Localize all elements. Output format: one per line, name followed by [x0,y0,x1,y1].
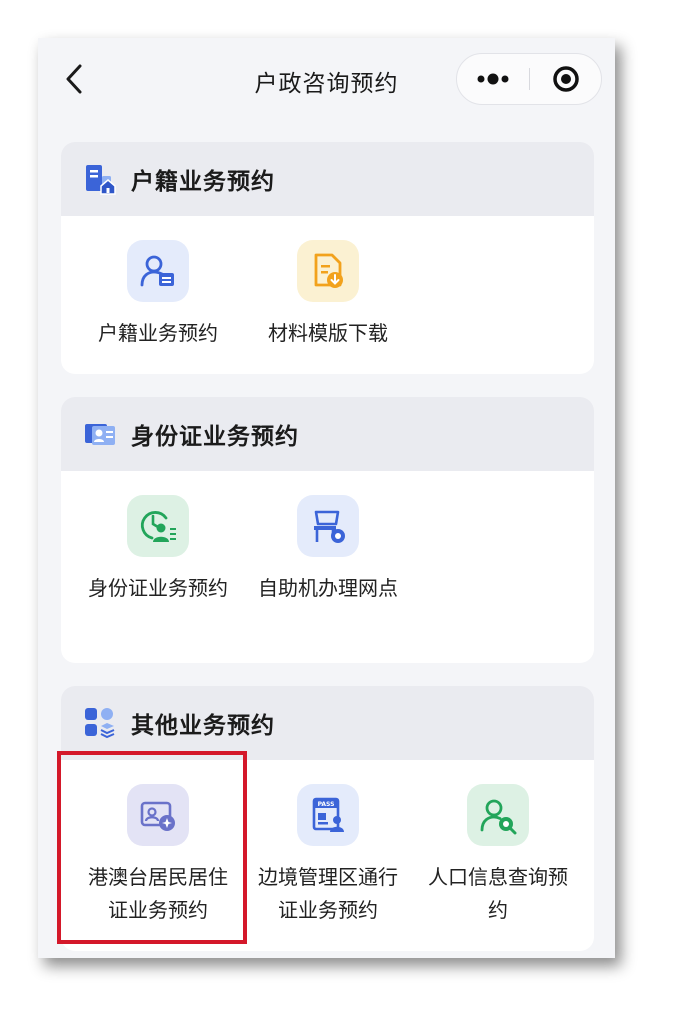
item-label: 人口信息查询预约 [428,865,568,922]
tile [297,495,359,557]
tile [127,240,189,302]
person-search-icon [480,799,517,835]
person-card-icon [140,255,174,287]
item-label: 自助机办理网点 [258,576,398,600]
tile: PASS [297,784,359,846]
phone-screen: 户政咨询预约 户籍业务预约 户籍业务预约 材料模版下载 身份证业务预约 身份证业… [38,38,615,958]
document-download-icon [314,253,343,288]
hk-macao-taiwan-residence-permit-button[interactable]: 港澳台居民居住证业务预约 [73,784,243,927]
building-home-icon [86,165,116,195]
apps-grid-icon [85,708,115,739]
section-id-card: 身份证业务预约 身份证业务预约 自助机办理网点 [61,397,594,663]
id-card-appointment-button[interactable]: 身份证业务预约 [73,495,243,605]
tile [297,240,359,302]
section-header: 身份证业务预约 [61,397,594,471]
section-title: 户籍业务预约 [131,169,275,195]
residence-permit-icon [140,801,175,831]
household-appointment-button[interactable]: 户籍业务预约 [73,240,243,350]
close-miniprogram-button[interactable] [530,54,602,104]
navigation-bar: 户政咨询预约 [38,38,615,122]
section-household-registration: 户籍业务预约 户籍业务预约 材料模版下载 [61,142,594,374]
tile [127,784,189,846]
tile [127,495,189,557]
section-header: 其他业务预约 [61,686,594,760]
id-card-icon [85,424,115,445]
self-service-kiosk-locations-button[interactable]: 自助机办理网点 [243,495,413,605]
clock-person-icon [140,511,176,542]
section-header: 户籍业务预约 [61,142,594,216]
pass-badge-text: PASS [318,801,335,808]
section-title: 身份证业务预约 [131,424,299,450]
materials-template-download-button[interactable]: 材料模版下载 [243,240,413,350]
more-dots-icon [477,73,509,85]
tile [467,784,529,846]
mini-program-capsule [456,53,602,105]
population-info-query-button[interactable]: 人口信息查询预约 [413,784,583,927]
section-title: 其他业务预约 [131,713,275,739]
pass-card-icon: PASS [312,797,344,832]
border-area-pass-button[interactable]: PASS 边境管理区通行证业务预约 [243,784,413,927]
more-button[interactable] [457,54,529,104]
section-other-services: 其他业务预约 港澳台居民居住证业务预约 PASS 边境管理区通行证业务预约 人口… [61,686,594,951]
item-label: 材料模版下载 [268,321,388,345]
item-label: 边境管理区通行证业务预约 [258,865,398,922]
item-label: 身份证业务预约 [88,576,228,600]
kiosk-machine-icon [314,510,345,543]
target-circle-icon [553,66,579,92]
item-label: 户籍业务预约 [98,321,218,345]
item-label: 港澳台居民居住证业务预约 [88,865,228,922]
